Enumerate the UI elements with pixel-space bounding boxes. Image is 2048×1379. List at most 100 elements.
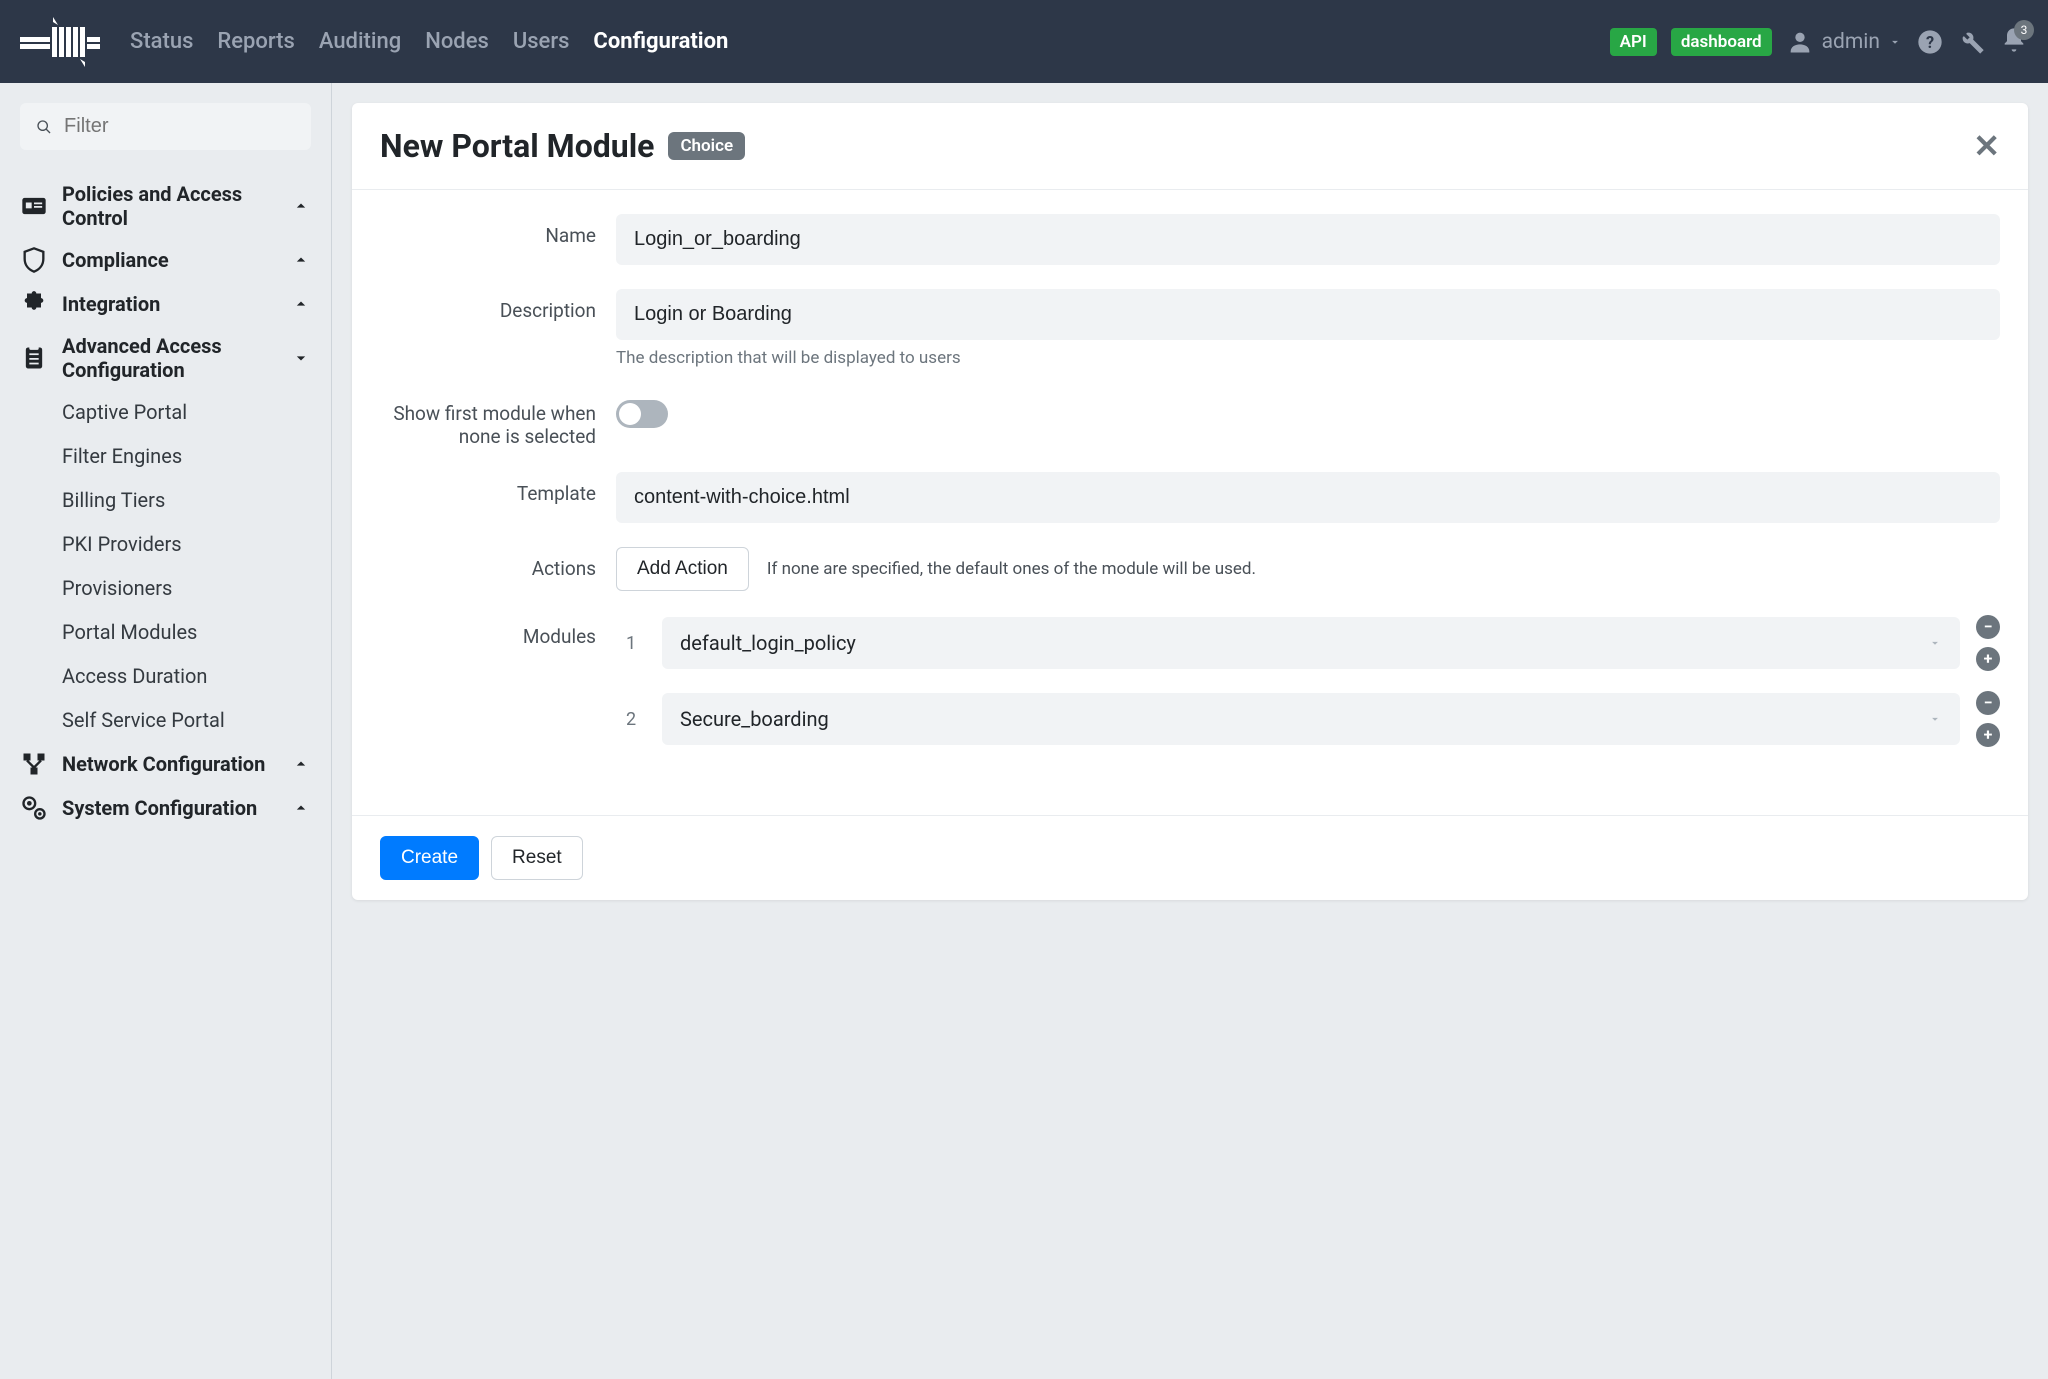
sidebar-item-system[interactable]: System Configuration <box>20 786 311 830</box>
remove-module-button[interactable]: − <box>1976 615 2000 639</box>
notification-count: 3 <box>2014 20 2034 40</box>
nav-status[interactable]: Status <box>130 29 193 54</box>
tools-icon[interactable] <box>1958 28 1986 56</box>
actions-label: Actions <box>380 547 616 580</box>
chevron-up-icon <box>291 196 311 216</box>
chevron-down-icon <box>291 348 311 368</box>
module-row: 2 Secure_boarding − + <box>616 691 2000 747</box>
sidebar: Policies and Access Control Compliance I… <box>0 83 332 1379</box>
modules-label: Modules <box>380 615 616 648</box>
row-name: Name <box>380 214 2000 265</box>
create-button[interactable]: Create <box>380 836 479 880</box>
chevron-up-icon <box>291 754 311 774</box>
gears-icon <box>20 794 48 822</box>
app-logo <box>20 17 100 67</box>
add-action-button[interactable]: Add Action <box>616 547 749 591</box>
sidebar-sub-portal-modules[interactable]: Portal Modules <box>20 610 311 654</box>
show-first-label: Show first module when none is selected <box>380 392 616 448</box>
row-show-first: Show first module when none is selected <box>380 392 2000 448</box>
chevron-up-icon <box>291 250 311 270</box>
filter-input[interactable] <box>64 115 295 138</box>
header-right: API dashboard admin ? 3 <box>1610 26 2028 58</box>
sidebar-item-label: Network Configuration <box>62 752 291 776</box>
chevron-up-icon <box>291 294 311 314</box>
nav-users[interactable]: Users <box>513 29 570 54</box>
form-card: New Portal Module Choice ✕ Name Descript… <box>352 103 2028 900</box>
module-value: Secure_boarding <box>680 707 829 731</box>
sidebar-item-label: Integration <box>62 292 291 316</box>
main-content: New Portal Module Choice ✕ Name Descript… <box>332 83 2048 1379</box>
api-badge[interactable]: API <box>1610 28 1657 56</box>
sidebar-sub-self-service[interactable]: Self Service Portal <box>20 698 311 742</box>
top-header: Status Reports Auditing Nodes Users Conf… <box>0 0 2048 83</box>
sidebar-sub-pki-providers[interactable]: PKI Providers <box>20 522 311 566</box>
sidebar-item-compliance[interactable]: Compliance <box>20 238 311 282</box>
template-label: Template <box>380 472 616 505</box>
description-input[interactable] <box>616 289 2000 340</box>
sidebar-filter[interactable] <box>20 103 311 150</box>
description-label: Description <box>380 289 616 322</box>
row-actions: Actions Add Action If none are specified… <box>380 547 2000 591</box>
dashboard-badge[interactable]: dashboard <box>1671 28 1772 56</box>
user-menu[interactable]: admin <box>1786 28 1902 56</box>
sidebar-item-label: Advanced Access Configuration <box>62 334 291 382</box>
sidebar-item-advanced[interactable]: Advanced Access Configuration <box>20 326 311 390</box>
sidebar-item-policies[interactable]: Policies and Access Control <box>20 174 311 238</box>
chevron-up-icon <box>291 798 311 818</box>
help-icon[interactable]: ? <box>1916 28 1944 56</box>
sidebar-sub-billing-tiers[interactable]: Billing Tiers <box>20 478 311 522</box>
puzzle-icon <box>20 290 48 318</box>
nav-reports[interactable]: Reports <box>217 29 294 54</box>
row-modules: Modules 1 default_login_policy − + <box>380 615 2000 767</box>
sidebar-sub-filter-engines[interactable]: Filter Engines <box>20 434 311 478</box>
add-module-button[interactable]: + <box>1976 647 2000 671</box>
nav-nodes[interactable]: Nodes <box>425 29 489 54</box>
remove-module-button[interactable]: − <box>1976 691 2000 715</box>
row-template: Template <box>380 472 2000 523</box>
svg-text:?: ? <box>1926 32 1934 51</box>
reset-button[interactable]: Reset <box>491 836 583 880</box>
search-icon <box>36 118 52 136</box>
module-select[interactable]: Secure_boarding <box>662 693 1960 745</box>
sidebar-item-label: Compliance <box>62 248 291 272</box>
template-input[interactable] <box>616 472 2000 523</box>
shield-icon <box>20 246 48 274</box>
sidebar-item-network[interactable]: Network Configuration <box>20 742 311 786</box>
add-module-button[interactable]: + <box>1976 723 2000 747</box>
type-badge: Choice <box>668 132 745 160</box>
card-body: Name Description The description that wi… <box>352 190 2028 815</box>
sidebar-sub-provisioners[interactable]: Provisioners <box>20 566 311 610</box>
sidebar-sub-access-duration[interactable]: Access Duration <box>20 654 311 698</box>
module-index: 2 <box>616 709 646 730</box>
notifications[interactable]: 3 <box>2000 26 2028 58</box>
row-description: Description The description that will be… <box>380 289 2000 368</box>
module-actions: − + <box>1976 691 2000 747</box>
caret-down-icon <box>1928 636 1942 650</box>
show-first-toggle[interactable] <box>616 400 668 428</box>
module-row: 1 default_login_policy − + <box>616 615 2000 671</box>
network-icon <box>20 750 48 778</box>
main-nav: Status Reports Auditing Nodes Users Conf… <box>130 29 1610 54</box>
clipboard-icon <box>20 344 48 372</box>
user-name: admin <box>1822 30 1880 54</box>
user-icon <box>1786 28 1814 56</box>
id-card-icon <box>20 192 48 220</box>
caret-down-icon <box>1928 712 1942 726</box>
module-index: 1 <box>616 633 646 654</box>
sidebar-item-integration[interactable]: Integration <box>20 282 311 326</box>
sidebar-item-label: Policies and Access Control <box>62 182 291 230</box>
caret-down-icon <box>1888 35 1902 49</box>
sidebar-item-label: System Configuration <box>62 796 291 820</box>
card-footer: Create Reset <box>352 815 2028 900</box>
name-label: Name <box>380 214 616 247</box>
card-header: New Portal Module Choice ✕ <box>352 103 2028 190</box>
module-select[interactable]: default_login_policy <box>662 617 1960 669</box>
close-button[interactable]: ✕ <box>1973 127 2000 165</box>
nav-configuration[interactable]: Configuration <box>593 29 728 54</box>
nav-auditing[interactable]: Auditing <box>319 29 401 54</box>
description-help: The description that will be displayed t… <box>616 348 2000 368</box>
name-input[interactable] <box>616 214 2000 265</box>
module-actions: − + <box>1976 615 2000 671</box>
sidebar-sub-captive-portal[interactable]: Captive Portal <box>20 390 311 434</box>
page-title: New Portal Module <box>380 127 654 165</box>
